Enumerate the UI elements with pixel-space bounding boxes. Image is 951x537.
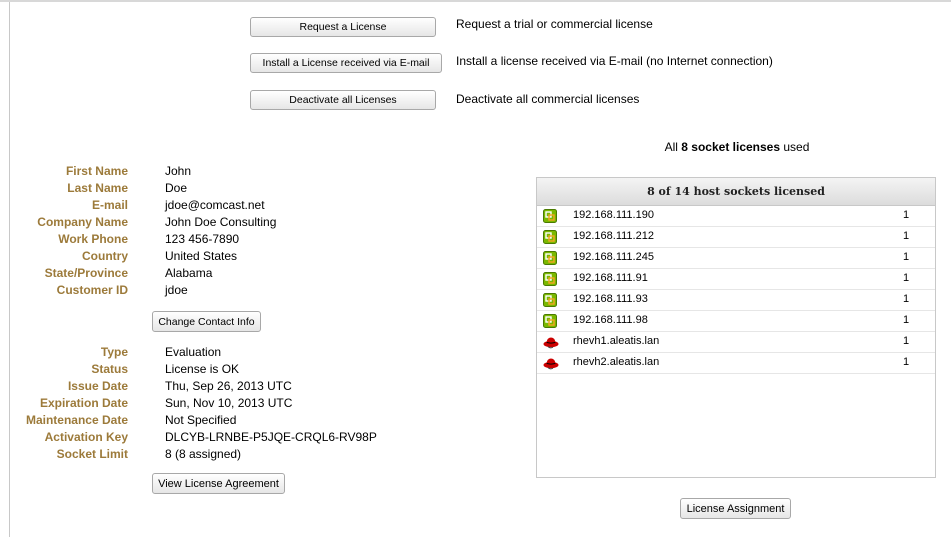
host-row[interactable]: 192.168.111.190 1 [537, 206, 935, 227]
summary-bold: 8 socket licenses [681, 140, 781, 154]
field-label: Issue Date [67, 379, 128, 393]
host-row[interactable]: 192.168.111.93 1 [537, 290, 935, 311]
host-row[interactable]: rhevh2.aleatis.lan 1 [537, 353, 935, 374]
field-issue-date: Issue Date Thu, Sep 26, 2013 UTC [0, 379, 520, 396]
host-socket-count: 1 [903, 251, 910, 263]
host-row[interactable]: 192.168.111.212 1 [537, 227, 935, 248]
host-socket-count: 1 [903, 230, 910, 242]
vmware-host-icon [543, 272, 557, 286]
host-socket-count: 1 [903, 356, 910, 368]
redhat-host-icon [543, 337, 559, 349]
host-socket-count: 1 [903, 209, 910, 221]
field-value: 123 456-7890 [165, 232, 240, 246]
summary-prefix: All [664, 140, 682, 154]
host-name: rhevh1.aleatis.lan [573, 335, 660, 347]
field-value: Sun, Nov 10, 2013 UTC [165, 396, 293, 410]
field-activation-key: Activation Key DLCYB-LRNBE-P5JQE-CRQL6-R… [0, 430, 520, 447]
field-label: Country [82, 249, 128, 263]
field-label: First Name [65, 164, 128, 178]
summary-suffix: used [780, 140, 810, 154]
field-label: Work Phone [58, 232, 128, 246]
field-expiration-date: Expiration Date Sun, Nov 10, 2013 UTC [0, 396, 520, 413]
host-name: rhevh2.aleatis.lan [573, 356, 660, 368]
field-label: Last Name [67, 181, 128, 195]
field-work-phone: Work Phone 123 456-7890 [0, 232, 520, 249]
field-label: E-mail [91, 198, 128, 212]
field-label: Maintenance Date [25, 413, 128, 427]
field-label: Socket Limit [56, 447, 128, 461]
field-value: John Doe Consulting [165, 215, 277, 229]
view-license-agreement-button[interactable]: View License Agreement [152, 473, 285, 494]
field-label: Type [100, 345, 128, 359]
top-border [0, 0, 951, 2]
host-socket-count: 1 [903, 335, 910, 347]
vmware-host-icon [543, 251, 557, 265]
host-socket-count: 1 [903, 293, 910, 305]
field-value: Not Specified [165, 413, 237, 427]
deactivate-licenses-button[interactable]: Deactivate all Licenses [250, 90, 436, 110]
host-socket-count: 1 [903, 314, 910, 326]
host-sockets-panel: 8 of 14 host sockets licensed 192.168.11… [536, 177, 936, 478]
request-license-description: Request a trial or commercial license [456, 17, 653, 31]
host-name: 192.168.111.98 [573, 314, 648, 326]
field-label: Customer ID [56, 283, 128, 297]
field-value: Doe [165, 181, 188, 195]
field-label: State/Province [44, 266, 128, 280]
field-value: 8 (8 assigned) [165, 447, 242, 461]
host-row[interactable]: rhevh1.aleatis.lan 1 [537, 332, 935, 353]
host-sockets-header: 8 of 14 host sockets licensed [537, 178, 935, 206]
vmware-host-icon [543, 293, 557, 307]
socket-summary: All 8 socket licenses used [537, 140, 937, 154]
field-value: DLCYB-LRNBE-P5JQE-CRQL6-RV98P [165, 430, 377, 444]
host-name: 192.168.111.91 [573, 272, 648, 284]
field-email: E-mail jdoe@comcast.net [0, 198, 520, 215]
field-value: License is OK [165, 362, 240, 376]
field-maintenance-date: Maintenance Date Not Specified [0, 413, 520, 430]
field-last-name: Last Name Doe [0, 181, 520, 198]
vmware-host-icon [543, 209, 557, 223]
host-row[interactable]: 192.168.111.91 1 [537, 269, 935, 290]
field-state-province: State/Province Alabama [0, 266, 520, 283]
field-value: United States [165, 249, 238, 263]
field-value: Alabama [165, 266, 213, 280]
vmware-host-icon [543, 230, 557, 244]
field-value: John [165, 164, 192, 178]
deactivate-licenses-description: Deactivate all commercial licenses [456, 92, 640, 106]
field-company-name: Company Name John Doe Consulting [0, 215, 520, 232]
change-contact-info-button[interactable]: Change Contact Info [152, 311, 261, 332]
install-license-email-button[interactable]: Install a License received via E-mail [250, 53, 442, 73]
host-name: 192.168.111.93 [573, 293, 648, 305]
field-label: Status [91, 362, 128, 376]
field-type: Type Evaluation [0, 345, 520, 362]
vmware-host-icon [543, 314, 557, 328]
field-label: Company Name [37, 215, 128, 229]
field-customer-id: Customer ID jdoe [0, 283, 520, 300]
license-assignment-button[interactable]: License Assignment [680, 498, 791, 519]
host-name: 192.168.111.212 [573, 230, 654, 242]
host-row[interactable]: 192.168.111.98 1 [537, 311, 935, 332]
host-name: 192.168.111.190 [573, 209, 654, 221]
install-license-description: Install a license received via E-mail (n… [456, 54, 773, 68]
host-socket-count: 1 [903, 272, 910, 284]
field-first-name: First Name John [0, 164, 520, 181]
field-value: jdoe@comcast.net [165, 198, 265, 212]
field-label: Activation Key [44, 430, 128, 444]
field-country: Country United States [0, 249, 520, 266]
field-status: Status License is OK [0, 362, 520, 379]
field-socket-limit: Socket Limit 8 (8 assigned) [0, 447, 520, 464]
request-license-button[interactable]: Request a License [250, 17, 436, 37]
host-row[interactable]: 192.168.111.245 1 [537, 248, 935, 269]
redhat-host-icon [543, 358, 559, 370]
field-value: Thu, Sep 26, 2013 UTC [165, 379, 292, 393]
host-name: 192.168.111.245 [573, 251, 654, 263]
field-value: Evaluation [165, 345, 222, 359]
field-label: Expiration Date [39, 396, 128, 410]
field-value: jdoe [165, 283, 188, 297]
